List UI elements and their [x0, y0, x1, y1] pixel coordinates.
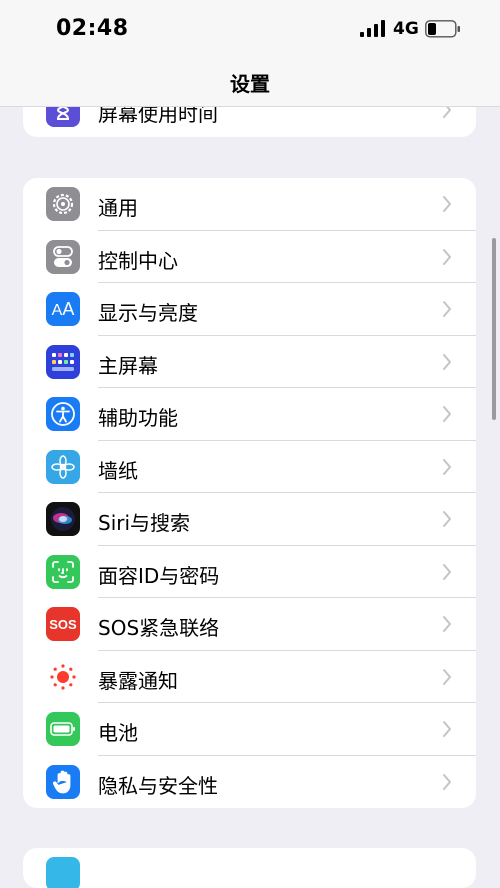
- face-id-icon: [46, 554, 80, 589]
- settings-item-label: 墙纸: [98, 458, 138, 483]
- settings-next-group: [23, 848, 476, 888]
- scrollbar[interactable]: [492, 238, 496, 420]
- status-time: 02:48: [56, 16, 129, 41]
- chevron-right-icon: [443, 668, 451, 685]
- chevron-right-icon: [443, 458, 451, 475]
- chevron-right-icon: [443, 511, 451, 527]
- battery-status-icon: [425, 20, 460, 38]
- settings-item-display-brightness[interactable]: AA 显示与亮度: [23, 283, 476, 336]
- toggle-icon: [46, 239, 80, 274]
- settings-item-label: 隐私与安全性: [98, 773, 218, 798]
- settings-main-group: 通用 控制中心 AA 显示与亮度 主屏幕 辅助功能 墙纸 Siri与搜索 面容I…: [23, 178, 476, 808]
- nav-bar: 设置: [0, 58, 500, 107]
- chevron-right-icon: [443, 563, 451, 580]
- chevron-right-icon: [443, 353, 451, 370]
- exposure-icon: [46, 659, 80, 694]
- settings-item-label: SOS紧急联络: [98, 616, 220, 640]
- chevron-right-icon: [443, 248, 451, 265]
- settings-item-face-id-passcode[interactable]: 面容ID与密码: [23, 546, 476, 598]
- chevron-right-icon: [443, 301, 451, 317]
- gear-icon: [46, 187, 80, 221]
- network-type: 4G: [393, 19, 419, 39]
- chevron-right-icon: [443, 616, 451, 632]
- settings-item-label: 辅助功能: [98, 406, 178, 430]
- chevron-right-icon: [443, 721, 451, 737]
- chevron-right-icon: [443, 773, 451, 790]
- settings-item-siri-search[interactable]: Siri与搜索: [23, 493, 476, 546]
- status-bar: 02:48 4G: [0, 0, 500, 58]
- siri-icon: [46, 502, 80, 536]
- settings-item-label: 主屏幕: [98, 353, 158, 378]
- settings-item-label: 控制中心: [98, 248, 178, 273]
- settings-item-wallpaper[interactable]: 墙纸: [23, 441, 476, 493]
- settings-item-label: Siri与搜索: [98, 511, 191, 535]
- settings-item-general[interactable]: 通用: [23, 178, 476, 231]
- app-store-icon[interactable]: [46, 857, 80, 888]
- settings-item-label: 暴露通知: [98, 668, 178, 693]
- settings-item-control-center[interactable]: 控制中心: [23, 231, 476, 283]
- settings-item-label: 显示与亮度: [98, 301, 198, 325]
- settings-item-battery[interactable]: 电池: [23, 703, 476, 756]
- battery-icon: [46, 712, 80, 746]
- signal-icon: [360, 20, 385, 37]
- grid-icon: [46, 344, 80, 379]
- flower-icon: [46, 449, 80, 484]
- chevron-right-icon: [443, 196, 451, 212]
- chevron-right-icon: [443, 406, 451, 422]
- settings-item-label: 电池: [98, 721, 138, 745]
- settings-item-exposure-notifications[interactable]: 暴露通知: [23, 651, 476, 703]
- sos-icon: SOS: [46, 607, 80, 641]
- settings-item-label: 通用: [98, 196, 138, 220]
- settings-item-privacy-security[interactable]: 隐私与安全性: [23, 756, 476, 809]
- settings-item-label: 面容ID与密码: [98, 563, 220, 588]
- settings-item-home-screen[interactable]: 主屏幕: [23, 336, 476, 388]
- text-size-icon: AA: [46, 292, 80, 326]
- settings-item-emergency-sos[interactable]: SOS SOS紧急联络: [23, 598, 476, 651]
- page-title: 设置: [230, 72, 270, 96]
- hand-icon: [46, 764, 80, 799]
- settings-item-accessibility[interactable]: 辅助功能: [23, 388, 476, 441]
- accessibility-icon: [46, 397, 80, 431]
